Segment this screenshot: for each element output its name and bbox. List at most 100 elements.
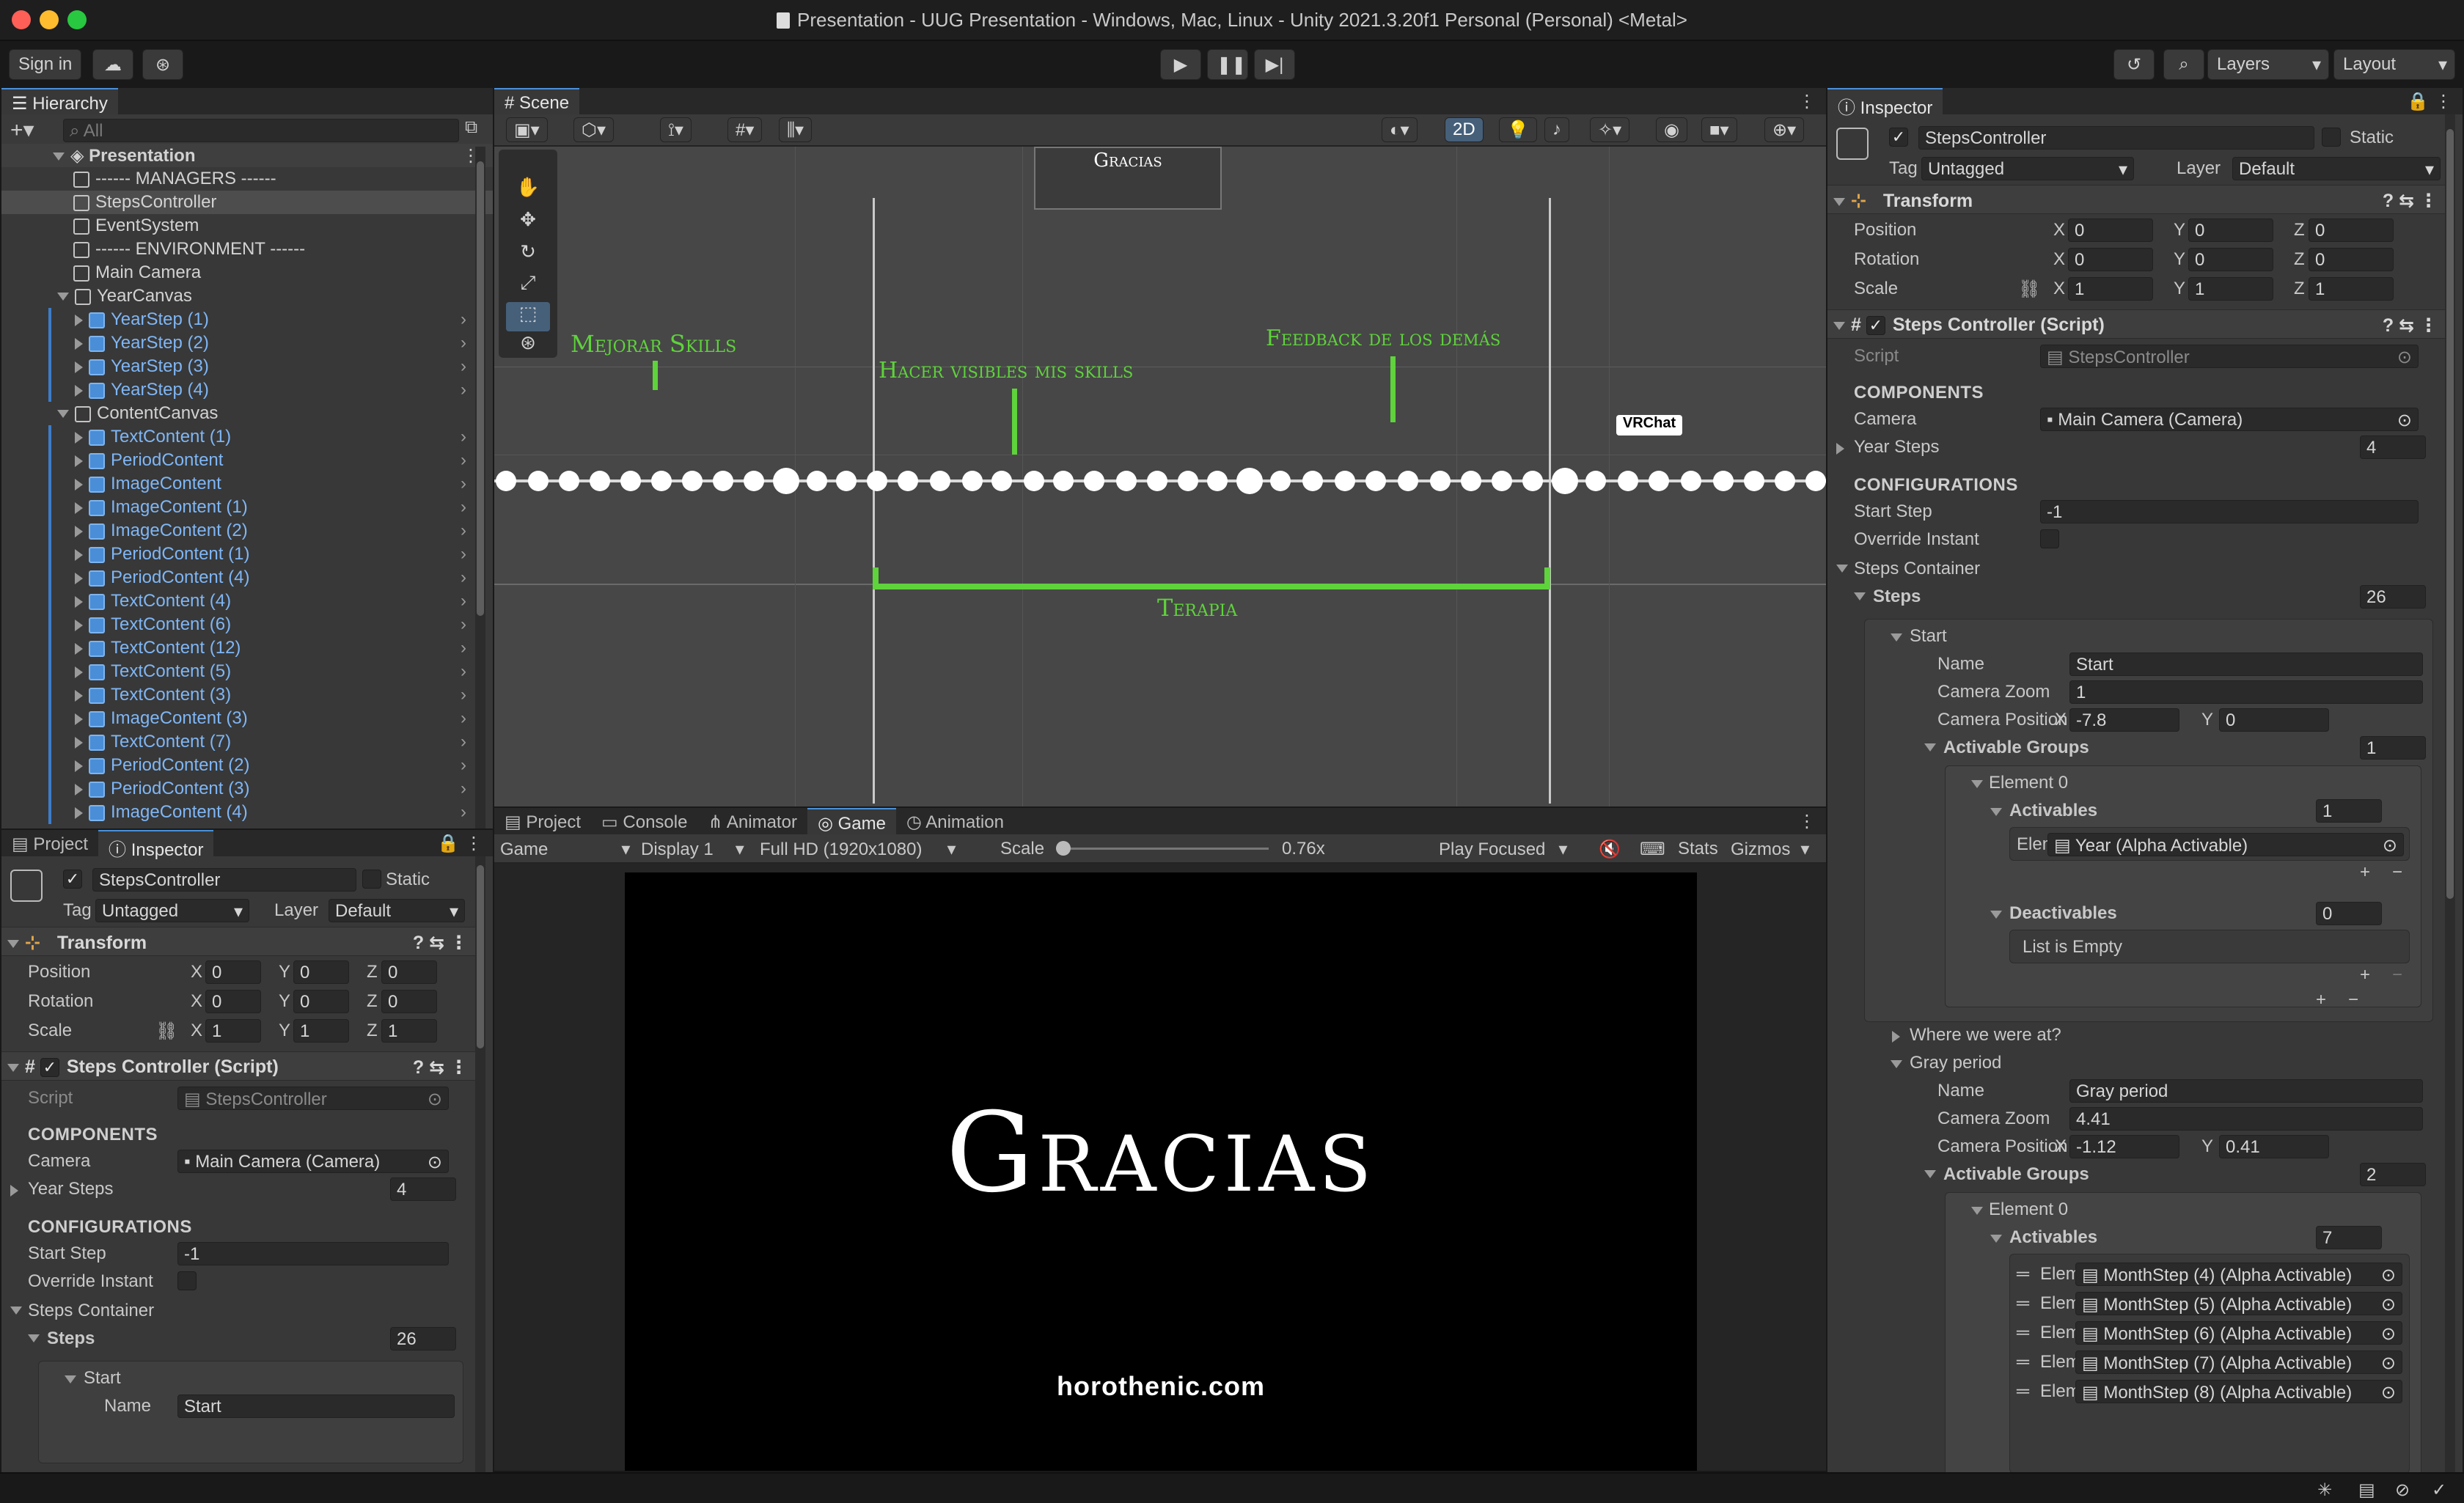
steps-controller-header[interactable]: # ✓ Steps Controller (Script)? ⇆ ⋮ — [1, 1051, 478, 1081]
activable-ref-field[interactable]: ▤ MonthStep (5) (Alpha Activable) ⊙ — [2075, 1292, 2402, 1315]
expand-arrow-icon[interactable] — [75, 455, 83, 467]
expand-arrow-icon[interactable] — [1892, 1031, 1900, 1043]
move-tool-icon[interactable]: ✥ — [506, 208, 550, 238]
visibility-icon[interactable]: ◉ — [1656, 117, 1687, 142]
target-icon[interactable]: ⊙ — [2381, 1265, 2396, 1285]
rect-tool-icon[interactable]: ⬚ — [506, 302, 550, 331]
layers-dropdown[interactable]: Layers ▾ — [2207, 49, 2329, 80]
tab-inspector[interactable]: ⓘ Inspector — [1827, 88, 1943, 118]
gray-activables-count[interactable]: 7 — [2316, 1226, 2382, 1249]
transform-rotation-y-field[interactable]: 0 — [293, 990, 349, 1013]
expand-arrow-icon[interactable] — [1971, 780, 1983, 788]
chevron-right-icon[interactable]: › — [461, 614, 466, 635]
transform-position-z-field[interactable]: 0 — [381, 960, 437, 984]
steps-count-field[interactable]: 26 — [2360, 585, 2426, 609]
transform-rotation-x-field[interactable]: 0 — [2068, 248, 2153, 271]
lighting-icon[interactable]: 💡 — [1499, 117, 1537, 142]
remove-group-icon[interactable]: − — [2348, 990, 2358, 1010]
tab-animator[interactable]: ⋔ Animator — [697, 808, 807, 834]
expand-arrow-icon[interactable] — [1836, 443, 1844, 455]
target-icon[interactable]: ⊙ — [2381, 1323, 2396, 1344]
inspector-scrollbar[interactable] — [2445, 114, 2455, 1472]
expand-arrow-icon[interactable] — [75, 666, 83, 678]
chevron-right-icon[interactable]: › — [461, 427, 466, 447]
hierarchy-item[interactable]: ImageContent (2) › — [1, 519, 493, 543]
progress-icon[interactable]: ⊘ — [2395, 1480, 2410, 1501]
add-element-icon[interactable]: + — [2360, 862, 2370, 883]
activable-ref-field[interactable]: ▤ MonthStep (6) (Alpha Activable) ⊙ — [2075, 1321, 2402, 1345]
start-step-field[interactable]: -1 — [177, 1242, 449, 1265]
transform-scale-z-field[interactable]: 1 — [2309, 277, 2394, 301]
expand-arrow-icon[interactable] — [75, 760, 83, 772]
hierarchy-search-input[interactable]: ⌕ All — [63, 119, 459, 142]
hierarchy-item[interactable]: ------ MANAGERS ------ — [1, 167, 493, 191]
chevron-right-icon[interactable]: › — [461, 333, 466, 353]
hierarchy-item[interactable]: TextContent (1) › — [1, 425, 493, 449]
gray-position-y-field[interactable]: 0.41 — [2219, 1135, 2329, 1158]
transform-scale-y-field[interactable]: 1 — [293, 1019, 349, 1043]
increment-snap-icon[interactable]: ⫼▾ — [779, 117, 813, 142]
static-checkbox[interactable] — [2322, 128, 2341, 147]
chevron-right-icon[interactable]: › — [461, 685, 466, 705]
hierarchy-item[interactable]: ImageContent (3) › — [1, 707, 493, 730]
hierarchy-item[interactable]: YearStep (3) › — [1, 355, 493, 378]
expand-arrow-icon[interactable] — [1891, 633, 1902, 642]
chevron-right-icon[interactable]: › — [461, 380, 466, 400]
transform-position-y-field[interactable]: 0 — [293, 960, 349, 984]
expand-arrow-icon[interactable] — [57, 410, 69, 419]
drag-handle-icon[interactable]: ═ — [2017, 1323, 2029, 1343]
expand-arrow-icon[interactable] — [1924, 743, 1936, 752]
expand-arrow-icon[interactable] — [1971, 1207, 1983, 1215]
chevron-right-icon[interactable]: › — [461, 544, 466, 565]
effects-icon[interactable]: ✧▾ — [1590, 117, 1630, 142]
expand-arrow-icon[interactable] — [1854, 592, 1866, 600]
target-icon[interactable]: ⊙ — [2397, 410, 2412, 430]
scale-slider-handle[interactable] — [1056, 841, 1071, 856]
transform-rotation-y-field[interactable]: 0 — [2188, 248, 2273, 271]
tab-console[interactable]: ▭ Console — [591, 808, 697, 834]
expand-arrow-icon[interactable] — [1990, 911, 2002, 919]
lock-icon[interactable]: 🔒 — [437, 833, 459, 854]
game-mode-dropdown[interactable]: Game ▾ — [500, 839, 630, 860]
constrain-proportions-icon[interactable]: ⛓ — [2018, 279, 2040, 300]
keyboard-icon[interactable]: ⌨ — [1640, 839, 1665, 860]
activable-ref-field[interactable]: ▤ MonthStep (7) (Alpha Activable) ⊙ — [2075, 1351, 2402, 1374]
play-icon[interactable]: ▶ — [1160, 49, 1201, 80]
pivot-icon[interactable]: ⟟▾ — [660, 117, 692, 142]
expand-arrow-icon[interactable] — [10, 1307, 22, 1315]
hierarchy-item[interactable]: TextContent (12) › — [1, 636, 493, 660]
transform-scale-y-field[interactable]: 1 — [2188, 277, 2273, 301]
steps-controller-header[interactable]: # ✓ Steps Controller (Script)? ⇆ ⋮ — [1827, 309, 2448, 339]
hand-tool-icon[interactable]: ✋ — [506, 176, 550, 205]
transform-position-x-field[interactable]: 0 — [2068, 218, 2153, 242]
override-instant-checkbox[interactable] — [177, 1271, 197, 1290]
expand-arrow-icon[interactable] — [28, 1334, 40, 1342]
lock-icon[interactable]: 🔒 — [2407, 91, 2429, 112]
mode-2d-button[interactable]: 2D — [1445, 117, 1484, 142]
hierarchy-item[interactable]: ContentCanvas — [1, 402, 493, 425]
grid-snap-icon[interactable]: #▾ — [727, 117, 763, 142]
tag-dropdown[interactable]: Untagged ▾ — [95, 899, 249, 922]
hierarchy-item[interactable]: PeriodContent (4) › — [1, 566, 493, 589]
expand-arrow-icon[interactable] — [10, 1185, 18, 1197]
transform-position-z-field[interactable]: 0 — [2309, 218, 2394, 242]
expand-arrow-icon[interactable] — [75, 431, 83, 444]
scene-visibility-icon[interactable]: ⧉ — [465, 117, 477, 138]
chevron-right-icon[interactable]: › — [461, 450, 466, 471]
more-icon[interactable]: ⋮ — [2435, 91, 2452, 112]
hierarchy-item[interactable]: YearStep (1) › — [1, 308, 493, 331]
camera-position-x-field[interactable]: -7.8 — [2069, 708, 2179, 732]
hierarchy-item[interactable]: YearStep (4) › — [1, 378, 493, 402]
hierarchy-item[interactable]: ImageContent (4) › — [1, 801, 493, 824]
expand-arrow-icon[interactable] — [1924, 1170, 1936, 1178]
gray-name-field[interactable]: Gray period — [2069, 1079, 2423, 1103]
add-icon[interactable]: +▾ — [10, 117, 34, 143]
tag-dropdown[interactable]: Untagged ▾ — [1921, 157, 2134, 180]
component-menu-icon[interactable]: ? ⇆ ⋮ — [2383, 315, 2438, 337]
gray-zoom-field[interactable]: 4.41 — [2069, 1107, 2423, 1131]
hierarchy-item[interactable]: PeriodContent › — [1, 449, 493, 472]
hierarchy-scrollbar[interactable] — [475, 147, 485, 828]
override-instant-checkbox[interactable] — [2040, 529, 2059, 548]
resolution-dropdown[interactable]: Full HD (1920x1080) ▾ — [760, 839, 956, 860]
hierarchy-item[interactable]: ImageContent › — [1, 472, 493, 496]
